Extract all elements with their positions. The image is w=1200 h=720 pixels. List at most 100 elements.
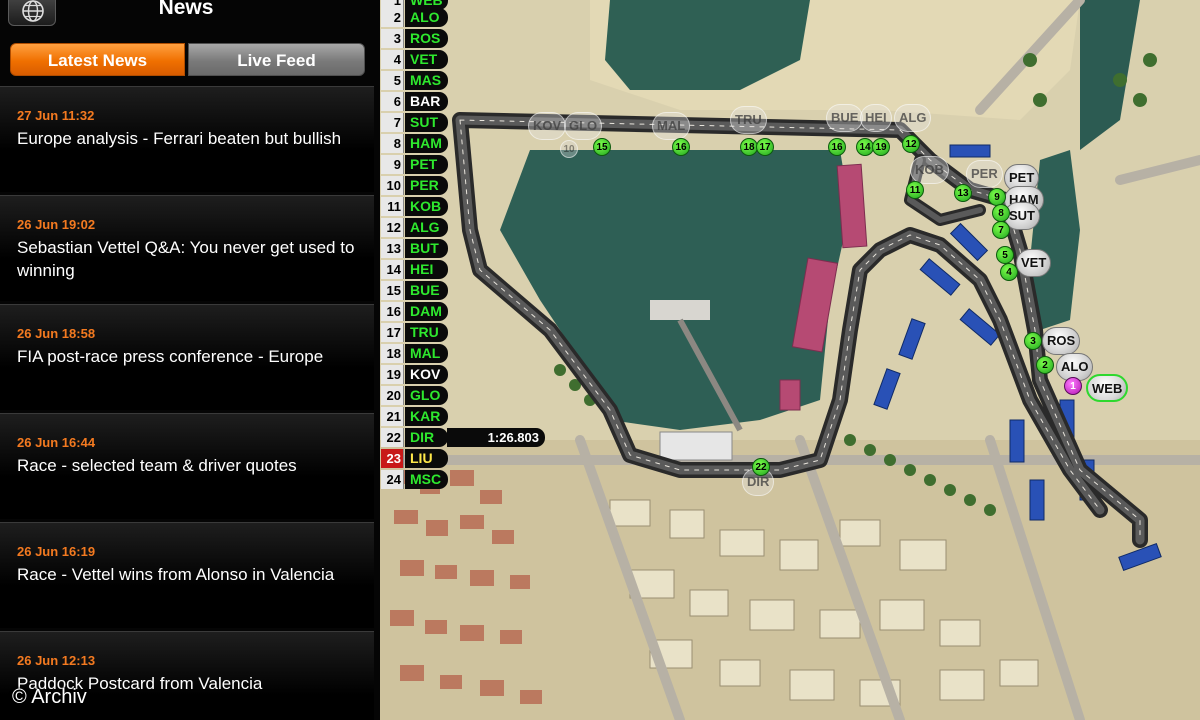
car-marker[interactable]: 11 bbox=[906, 181, 924, 199]
driver-code: BUT bbox=[405, 239, 448, 258]
standings-row[interactable]: 14 HEI bbox=[381, 260, 551, 279]
car-marker[interactable]: 8 bbox=[992, 204, 1010, 222]
driver-code: ALG bbox=[405, 218, 448, 237]
car-marker[interactable]: 9 bbox=[988, 188, 1006, 206]
standings-row[interactable]: 12 ALG bbox=[381, 218, 551, 237]
car-marker[interactable]: 22 bbox=[752, 458, 770, 476]
standings-row[interactable]: 21 KAR bbox=[381, 407, 551, 426]
news-date: 26 Jun 12:13 bbox=[17, 653, 96, 668]
car-marker[interactable]: 3 bbox=[1024, 332, 1042, 350]
page-title: News bbox=[158, 0, 214, 19]
car-marker[interactable]: 19 bbox=[872, 138, 890, 156]
tab-bar: Latest News Live Feed bbox=[10, 43, 365, 78]
standings-row[interactable]: 6 BAR bbox=[381, 92, 551, 111]
standings-row[interactable]: 23 LIU bbox=[381, 449, 551, 468]
standings-row[interactable]: 24 MSC bbox=[381, 470, 551, 489]
position-number: 19 bbox=[381, 365, 404, 384]
news-headline: Sebastian Vettel Q&A: You never get used… bbox=[17, 238, 355, 280]
car-marker-leader[interactable]: 1 bbox=[1064, 377, 1082, 395]
standings-row[interactable]: 15 BUE bbox=[381, 281, 551, 300]
standings-row[interactable]: 16 DAM bbox=[381, 302, 551, 321]
tab-latest-news[interactable]: Latest News bbox=[10, 43, 185, 76]
position-number: 10 bbox=[381, 176, 404, 195]
car-marker[interactable]: 4 bbox=[1000, 263, 1018, 281]
news-item[interactable]: 26 Jun 18:58 FIA post-race press confere… bbox=[0, 304, 374, 410]
car-marker[interactable]: 10 bbox=[560, 140, 578, 158]
news-item[interactable]: 26 Jun 16:19 Race - Vettel wins from Alo… bbox=[0, 522, 374, 628]
position-number: 22 bbox=[381, 428, 404, 447]
driver-code: PET bbox=[405, 155, 448, 174]
map-tag-per[interactable]: PER bbox=[966, 160, 1003, 188]
standings-row[interactable]: 3 ROS bbox=[381, 29, 551, 48]
news-item[interactable]: 27 Jun 11:32 Europe analysis - Ferrari b… bbox=[0, 86, 374, 192]
driver-code: HEI bbox=[405, 260, 448, 279]
news-item[interactable]: 26 Jun 19:02 Sebastian Vettel Q&A: You n… bbox=[0, 195, 374, 301]
standings-row[interactable]: 13 BUT bbox=[381, 239, 551, 258]
standings-row[interactable]: 2 ALO bbox=[381, 8, 551, 27]
map-tag-glo[interactable]: GLO bbox=[564, 112, 603, 140]
driver-code: TRU bbox=[405, 323, 448, 342]
position-number: 8 bbox=[381, 134, 404, 153]
news-headline: FIA post-race press conference - Europe bbox=[17, 347, 324, 366]
news-panel: News Latest News Live Feed 27 Jun 11:32 … bbox=[0, 0, 380, 720]
driver-code: MSC bbox=[405, 470, 448, 489]
position-number: 14 bbox=[381, 260, 404, 279]
position-number: 4 bbox=[381, 50, 404, 69]
map-tag-tru[interactable]: TRU bbox=[730, 106, 767, 134]
tab-live-feed[interactable]: Live Feed bbox=[188, 43, 365, 76]
standings-row[interactable]: 22 DIR 1:26.803 bbox=[381, 428, 551, 447]
map-tag-hei[interactable]: HEI bbox=[860, 104, 892, 132]
news-item[interactable]: 26 Jun 16:44 Race - selected team & driv… bbox=[0, 413, 374, 519]
standings-row[interactable]: 18 MAL bbox=[381, 344, 551, 363]
map-tag-kob[interactable]: KOB bbox=[910, 156, 949, 184]
driver-code: ALO bbox=[405, 8, 448, 27]
car-marker[interactable]: 12 bbox=[902, 135, 920, 153]
map-tag-mal[interactable]: MAL bbox=[652, 112, 691, 140]
position-number: 6 bbox=[381, 92, 404, 111]
driver-code: SUT bbox=[405, 113, 448, 132]
news-date: 26 Jun 16:44 bbox=[17, 435, 96, 450]
news-headline: Europe analysis - Ferrari beaten but bul… bbox=[17, 129, 342, 148]
driver-code: VET bbox=[405, 50, 448, 69]
lap-time: 1:26.803 bbox=[447, 428, 545, 447]
car-marker[interactable]: 15 bbox=[593, 138, 611, 156]
position-number: 12 bbox=[381, 218, 404, 237]
driver-code: LIU bbox=[405, 449, 448, 468]
standings-row[interactable]: 7 SUT bbox=[381, 113, 551, 132]
news-date: 26 Jun 18:58 bbox=[17, 326, 96, 341]
map-tag-alg[interactable]: ALG bbox=[894, 104, 932, 132]
standings-row[interactable]: 8 HAM bbox=[381, 134, 551, 153]
car-marker[interactable]: 5 bbox=[996, 246, 1014, 264]
driver-code: PER bbox=[405, 176, 448, 195]
map-tag-bue[interactable]: BUE bbox=[826, 104, 864, 132]
position-number: 18 bbox=[381, 344, 404, 363]
position-number: 13 bbox=[381, 239, 404, 258]
driver-code: MAL bbox=[405, 344, 448, 363]
map-tag-ros[interactable]: ROS bbox=[1042, 327, 1081, 355]
car-marker[interactable]: 16 bbox=[672, 138, 690, 156]
position-number: 11 bbox=[381, 197, 404, 216]
car-marker[interactable]: 16 bbox=[828, 138, 846, 156]
map-tag-web[interactable]: WEB bbox=[1086, 374, 1129, 402]
standings-row[interactable]: 20 GLO bbox=[381, 386, 551, 405]
position-number: 23 bbox=[381, 449, 404, 468]
standings-row[interactable]: 9 PET bbox=[381, 155, 551, 174]
position-number: 2 bbox=[381, 8, 404, 27]
standings-tower: 1 WEB 2 ALO 3 ROS 4 VET 5 MAS 6 BAR 7 SU… bbox=[381, 0, 551, 500]
position-number: 5 bbox=[381, 71, 404, 90]
car-marker[interactable]: 2 bbox=[1036, 356, 1054, 374]
standings-row[interactable]: 10 PER bbox=[381, 176, 551, 195]
position-number: 7 bbox=[381, 113, 404, 132]
map-tag-vet[interactable]: VET bbox=[1016, 249, 1052, 277]
standings-row[interactable]: 19 KOV bbox=[381, 365, 551, 384]
position-number: 3 bbox=[381, 29, 404, 48]
driver-code: KAR bbox=[405, 407, 448, 426]
standings-row[interactable]: 5 MAS bbox=[381, 71, 551, 90]
car-marker[interactable]: 17 bbox=[756, 138, 774, 156]
car-marker[interactable]: 13 bbox=[954, 184, 972, 202]
car-marker[interactable]: 7 bbox=[992, 221, 1010, 239]
standings-row[interactable]: 17 TRU bbox=[381, 323, 551, 342]
standings-row[interactable]: 4 VET bbox=[381, 50, 551, 69]
standings-row[interactable]: 11 KOB bbox=[381, 197, 551, 216]
news-date: 26 Jun 16:19 bbox=[17, 544, 96, 559]
